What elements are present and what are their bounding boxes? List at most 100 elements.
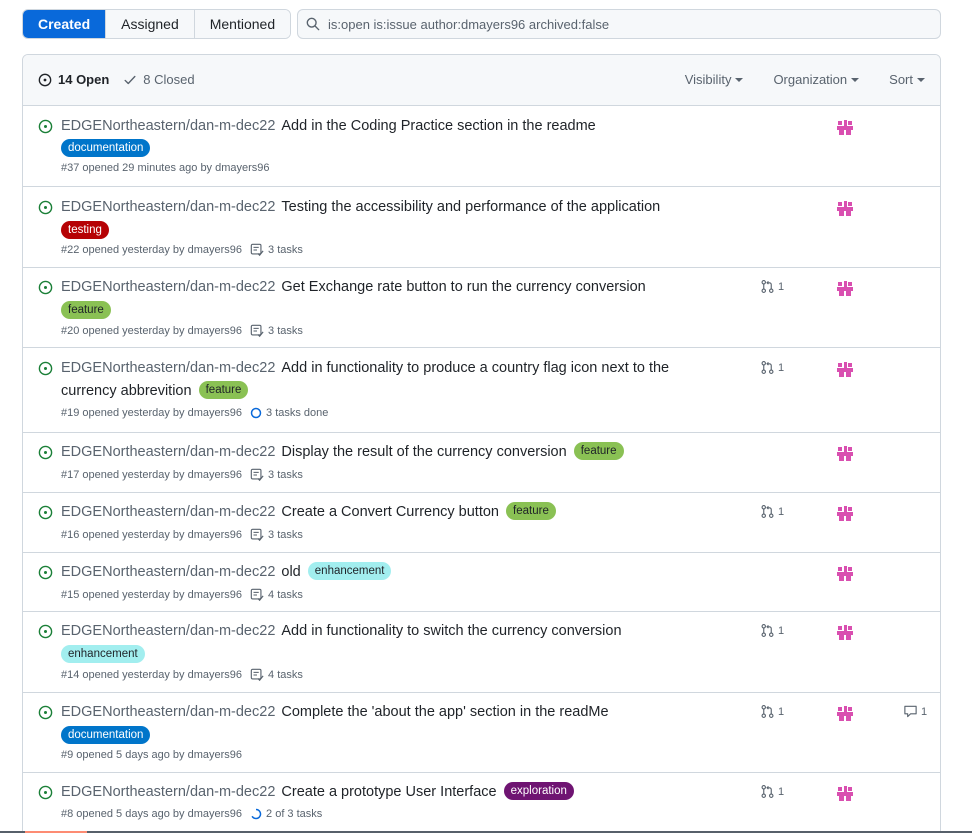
assignee-avatar[interactable] — [836, 505, 854, 528]
issue-open-icon — [38, 505, 53, 520]
issue-title-link[interactable]: Add in the Coding Practice section in th… — [281, 118, 595, 134]
issue-row[interactable]: EDGENortheastern/dan-m-dec22 Create a Con… — [23, 493, 940, 553]
issue-row[interactable]: EDGENortheastern/dan-m-dec22 old enhancem… — [23, 553, 940, 612]
task-progress[interactable]: 4 tasks — [250, 588, 303, 602]
closed-count: 8 Closed — [143, 72, 195, 87]
issue-label[interactable]: feature — [506, 502, 556, 520]
task-progress[interactable]: 4 tasks — [250, 668, 303, 682]
closed-issues-toggle[interactable]: 8 Closed — [123, 72, 195, 87]
issue-meta: #19 opened yesterday by dmayers96 3 tasks… — [61, 407, 328, 419]
issue-list: EDGENortheastern/dan-m-dec22 Add in the C… — [23, 106, 940, 833]
task-progress[interactable]: 2 of 3 tasks — [250, 808, 322, 820]
linked-pull-requests[interactable]: 1 — [760, 704, 784, 719]
open-issues-toggle[interactable]: 14 Open — [38, 72, 109, 87]
task-progress[interactable]: 3 tasks — [250, 528, 303, 542]
issue-open-icon-wrap — [38, 200, 53, 220]
task-progress[interactable]: 3 tasks — [250, 243, 303, 257]
issue-labels: documentation — [61, 139, 151, 158]
issue-title-line: EDGENortheastern/dan-m-dec22 Get Exchange… — [61, 276, 711, 299]
assignee-avatar[interactable] — [836, 119, 854, 142]
issue-row[interactable]: EDGENortheastern/dan-m-dec22 Add in the C… — [23, 106, 940, 187]
issue-repo-link[interactable]: EDGENortheastern/dan-m-dec22 — [61, 504, 275, 520]
task-progress-text: 3 tasks — [268, 244, 303, 256]
task-progress[interactable]: 3 tasks done — [250, 407, 328, 419]
issue-repo-link[interactable]: EDGENortheastern/dan-m-dec22 — [61, 279, 275, 295]
issue-meta-text: #8 opened 5 days ago by dmayers96 — [61, 808, 243, 820]
issue-label[interactable]: enhancement — [61, 645, 145, 663]
pull-request-icon — [761, 280, 774, 293]
tab-created[interactable]: Created — [23, 10, 107, 38]
tab-mentioned[interactable]: Mentioned — [194, 10, 291, 38]
issue-row[interactable]: EDGENortheastern/dan-m-dec22 Add in funct… — [23, 612, 940, 693]
issue-open-icon-wrap — [38, 505, 53, 525]
assignee-avatar[interactable] — [836, 361, 854, 384]
issue-labels: testing — [61, 221, 109, 240]
assignee-avatar[interactable] — [836, 445, 854, 468]
issue-repo-link[interactable]: EDGENortheastern/dan-m-dec22 — [61, 623, 275, 639]
issue-repo-link[interactable]: EDGENortheastern/dan-m-dec22 — [61, 199, 275, 215]
issue-title-link[interactable]: Create a prototype User Interface — [281, 784, 496, 800]
visibility-filter[interactable]: Visibility — [685, 72, 744, 87]
issue-repo-link[interactable]: EDGENortheastern/dan-m-dec22 — [61, 360, 275, 376]
issue-labels: feature — [61, 301, 111, 320]
assignee-avatar-icon — [837, 566, 853, 582]
linked-pull-requests[interactable]: 1 — [760, 279, 784, 294]
issue-title-link[interactable]: Add in functionality to switch the curre… — [281, 623, 621, 639]
tasklist-icon — [250, 668, 264, 682]
assignee-avatar[interactable] — [836, 280, 854, 303]
assignee-avatar[interactable] — [836, 624, 854, 647]
issue-row[interactable]: EDGENortheastern/dan-m-dec22 Complete the… — [23, 693, 940, 773]
issue-title-link[interactable]: Complete the 'about the app' section in … — [281, 704, 608, 720]
issue-title-link[interactable]: Testing the accessibility and performanc… — [281, 199, 660, 215]
issue-label[interactable]: feature — [573, 442, 624, 460]
sort-filter[interactable]: Sort — [889, 72, 925, 87]
issue-title-line: EDGENortheastern/dan-m-dec22 Complete the… — [61, 701, 711, 724]
pull-request-icon — [761, 785, 774, 798]
issue-repo-link[interactable]: EDGENortheastern/dan-m-dec22 — [61, 118, 275, 134]
issue-meta-text: #37 opened 29 minutes ago by dmayers96 — [61, 162, 270, 174]
search-input[interactable]: is:open is:issue author:dmayers96 archiv… — [297, 9, 941, 39]
linked-pull-requests[interactable]: 1 — [760, 784, 784, 799]
task-progress[interactable]: 3 tasks — [250, 468, 303, 482]
task-progress-text: 4 tasks — [268, 669, 303, 681]
linked-pull-requests[interactable]: 1 — [760, 623, 784, 638]
issue-repo-link[interactable]: EDGENortheastern/dan-m-dec22 — [61, 444, 275, 460]
organization-filter[interactable]: Organization — [773, 72, 860, 87]
linked-pull-requests[interactable]: 1 — [760, 360, 784, 375]
issue-label[interactable]: enhancement — [307, 562, 392, 580]
issue-repo-link[interactable]: EDGENortheastern/dan-m-dec22 — [61, 704, 275, 720]
issue-label[interactable]: testing — [61, 221, 109, 239]
issue-repo-link[interactable]: EDGENortheastern/dan-m-dec22 — [61, 784, 275, 800]
assignee-avatar[interactable] — [836, 200, 854, 223]
issue-title-line: EDGENortheastern/dan-m-dec22 Create a pro… — [61, 781, 711, 804]
issue-label[interactable]: feature — [198, 381, 249, 399]
issue-label[interactable]: documentation — [61, 726, 151, 744]
task-progress[interactable]: 3 tasks — [250, 324, 303, 338]
tasklist-icon — [250, 324, 264, 338]
linked-pull-requests[interactable]: 1 — [760, 504, 784, 519]
issue-meta: #9 opened 5 days ago by dmayers96 — [61, 749, 242, 761]
issue-open-icon-wrap — [38, 705, 53, 725]
comments-link[interactable]: 1 — [903, 704, 927, 719]
assignee-avatar-icon — [837, 120, 853, 136]
issue-label[interactable]: exploration — [503, 782, 574, 800]
issue-row[interactable]: EDGENortheastern/dan-m-dec22 Create a pro… — [23, 773, 940, 833]
issue-title-link[interactable]: Get Exchange rate button to run the curr… — [281, 279, 645, 295]
issue-title-link[interactable]: old — [281, 564, 300, 580]
issue-title-link[interactable]: Display the result of the currency conve… — [281, 444, 566, 460]
issue-meta: #14 opened yesterday by dmayers96 4 tasks — [61, 668, 303, 682]
assignee-avatar[interactable] — [836, 785, 854, 808]
assignee-avatar[interactable] — [836, 705, 854, 728]
issue-row[interactable]: EDGENortheastern/dan-m-dec22 Get Exchange… — [23, 268, 940, 348]
issue-repo-link[interactable]: EDGENortheastern/dan-m-dec22 — [61, 564, 275, 580]
issue-row[interactable]: EDGENortheastern/dan-m-dec22 Display the … — [23, 433, 940, 493]
tasklist-icon — [250, 588, 264, 602]
assignee-avatar[interactable] — [836, 565, 854, 588]
issue-label[interactable]: documentation — [61, 139, 151, 157]
issue-title-link[interactable]: Create a Convert Currency button — [281, 504, 499, 520]
issue-meta-text: #9 opened 5 days ago by dmayers96 — [61, 749, 243, 761]
issue-row[interactable]: EDGENortheastern/dan-m-dec22 Testing the … — [23, 187, 940, 268]
issue-row[interactable]: EDGENortheastern/dan-m-dec22 Add in funct… — [23, 348, 940, 433]
issue-label[interactable]: feature — [61, 301, 111, 319]
tab-assigned[interactable]: Assigned — [106, 10, 195, 38]
